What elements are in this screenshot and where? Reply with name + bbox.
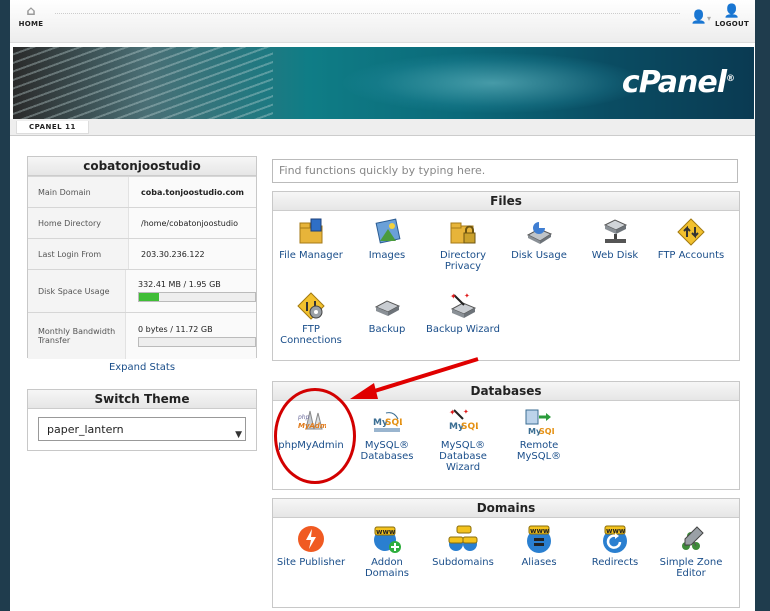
mysql-wizard-link[interactable]: MySQL✦✦ MySQL® Database Wizard <box>425 407 501 473</box>
disk-usage-bar <box>138 292 256 302</box>
annotation-arrow <box>350 357 479 399</box>
chevron-down-icon: ▼ <box>235 430 242 440</box>
backup-wizard-icon: ✦ ✦ <box>448 291 478 321</box>
stat-row-last-login: Last Login From 203.30.236.122 <box>28 238 256 269</box>
web-disk-link[interactable]: Web Disk <box>577 217 653 261</box>
top-bar: ⌂ HOME 👤▾ 👤 LOGOUT <box>10 0 755 43</box>
disk-usage-icon <box>524 217 554 247</box>
stat-row-main-domain: Main Domain coba.tonjoostudio.com <box>28 176 256 207</box>
topbar-divider <box>55 13 680 16</box>
banner-cables-graphic <box>13 47 273 119</box>
addon-domains-link[interactable]: www Addon Domains <box>349 524 425 579</box>
domains-panel: Domains Site Publisher www Addon Domains… <box>272 498 740 608</box>
databases-title: Databases <box>273 382 739 401</box>
aliases-link[interactable]: www Aliases <box>501 524 577 568</box>
subdomains-link[interactable]: Subdomains <box>425 524 501 568</box>
remote-mysql-link[interactable]: MySQL Remote MySQL® <box>501 407 577 462</box>
svg-text:SQL: SQL <box>461 422 478 432</box>
remote-mysql-icon: MySQL <box>524 407 557 437</box>
stats-title: cobatonjoostudio <box>28 157 256 176</box>
subdomains-icon <box>448 524 478 554</box>
expand-stats-link[interactable]: Expand Stats <box>27 362 257 373</box>
bandwidth-usage-bar <box>138 337 256 347</box>
cpanel-logo: cPanel® <box>621 65 735 100</box>
backup-wizard-link[interactable]: ✦ ✦ Backup Wizard <box>425 291 501 335</box>
simple-zone-editor-link[interactable]: Simple Zone Editor <box>653 524 729 579</box>
stat-value: 332.41 MB / 1.95 GB <box>138 280 221 289</box>
svg-text:✦: ✦ <box>450 292 457 301</box>
redirects-link[interactable]: www Redirects <box>577 524 653 568</box>
logout-label: LOGOUT <box>715 20 750 28</box>
backup-icon <box>372 291 402 321</box>
site-publisher-link[interactable]: Site Publisher <box>273 524 349 568</box>
svg-text:✦: ✦ <box>449 408 456 417</box>
site-publisher-icon <box>296 524 326 554</box>
files-panel: Files File Manager Images Directory Priv… <box>272 191 740 361</box>
images-icon <box>372 217 402 247</box>
stat-value: coba.tonjoostudio.com <box>141 187 245 197</box>
chevron-down-icon: ▾ <box>706 14 711 23</box>
switch-theme-panel: Switch Theme paper_lantern ▼ <box>27 389 257 451</box>
theme-select-value: paper_lantern <box>47 423 124 436</box>
svg-text:SQL: SQL <box>385 418 402 428</box>
stat-value: 203.30.236.122 <box>141 249 205 259</box>
disk-usage-fill <box>139 293 159 301</box>
ftp-accounts-icon <box>676 217 706 247</box>
stat-label: Disk Space Usage <box>28 270 126 312</box>
mysql-databases-icon: MySQL <box>372 407 405 437</box>
redirects-icon: www <box>600 524 630 554</box>
ftp-connections-link[interactable]: FTP Connections <box>273 291 349 346</box>
stat-label: Last Login From <box>28 239 129 269</box>
cpanel-window: ⌂ HOME 👤▾ 👤 LOGOUT cPanel® CPANEL 11 cob… <box>10 0 755 611</box>
file-manager-link[interactable]: File Manager <box>273 217 349 261</box>
logout-icon: 👤 <box>723 4 741 19</box>
home-label: HOME <box>18 20 44 28</box>
ftp-accounts-link[interactable]: FTP Accounts <box>653 217 729 261</box>
addon-domains-icon: www <box>372 524 402 554</box>
stat-row-disk-space: Disk Space Usage 332.41 MB / 1.95 GB <box>28 269 256 312</box>
backup-link[interactable]: Backup <box>349 291 425 335</box>
web-disk-icon <box>600 217 630 247</box>
user-icon: 👤 <box>690 10 707 25</box>
stat-label: Monthly Bandwidth Transfer <box>28 313 126 359</box>
theme-select[interactable]: paper_lantern ▼ <box>38 417 246 441</box>
directory-privacy-link[interactable]: Directory Privacy <box>425 217 501 272</box>
version-tab: CPANEL 11 <box>16 121 89 134</box>
user-menu[interactable]: 👤▾ <box>691 10 711 25</box>
switch-theme-title: Switch Theme <box>28 390 256 409</box>
svg-text:SQL: SQL <box>539 427 554 436</box>
banner-world-graphic <box>343 53 643 113</box>
cpanel-banner: cPanel® <box>13 47 754 119</box>
home-icon: ⌂ <box>26 4 36 19</box>
svg-text:www: www <box>376 528 396 536</box>
svg-text:✦: ✦ <box>463 408 469 416</box>
stat-label: Home Directory <box>28 208 129 238</box>
home-button[interactable]: ⌂ HOME <box>16 4 46 28</box>
mysql-wizard-icon: MySQL✦✦ <box>448 407 481 437</box>
svg-text:✦: ✦ <box>464 292 470 300</box>
stat-value: /home/cobatonjoostudio <box>141 218 239 228</box>
function-search-input[interactable]: Find functions quickly by typing here. <box>272 159 738 183</box>
svg-text:www: www <box>530 527 550 535</box>
files-title: Files <box>273 192 739 211</box>
annotation-circle <box>274 388 356 484</box>
mysql-databases-link[interactable]: MySQL MySQL® Databases <box>349 407 425 462</box>
aliases-icon: www <box>524 524 554 554</box>
version-bar <box>10 119 755 136</box>
stat-row-bandwidth: Monthly Bandwidth Transfer 0 bytes / 11.… <box>28 312 256 359</box>
file-manager-icon <box>296 217 326 247</box>
logout-button[interactable]: 👤 LOGOUT <box>715 4 749 28</box>
stat-label: Main Domain <box>28 177 129 207</box>
disk-usage-link[interactable]: Disk Usage <box>501 217 577 261</box>
images-link[interactable]: Images <box>349 217 425 261</box>
ftp-connections-icon <box>296 291 326 321</box>
stat-row-home-directory: Home Directory /home/cobatonjoostudio <box>28 207 256 238</box>
stat-value: 0 bytes / 11.72 GB <box>138 325 213 334</box>
simple-zone-editor-icon <box>676 524 706 554</box>
domains-title: Domains <box>273 499 739 518</box>
stats-panel: cobatonjoostudio Main Domain coba.tonjoo… <box>27 156 257 359</box>
directory-privacy-icon <box>448 217 478 247</box>
